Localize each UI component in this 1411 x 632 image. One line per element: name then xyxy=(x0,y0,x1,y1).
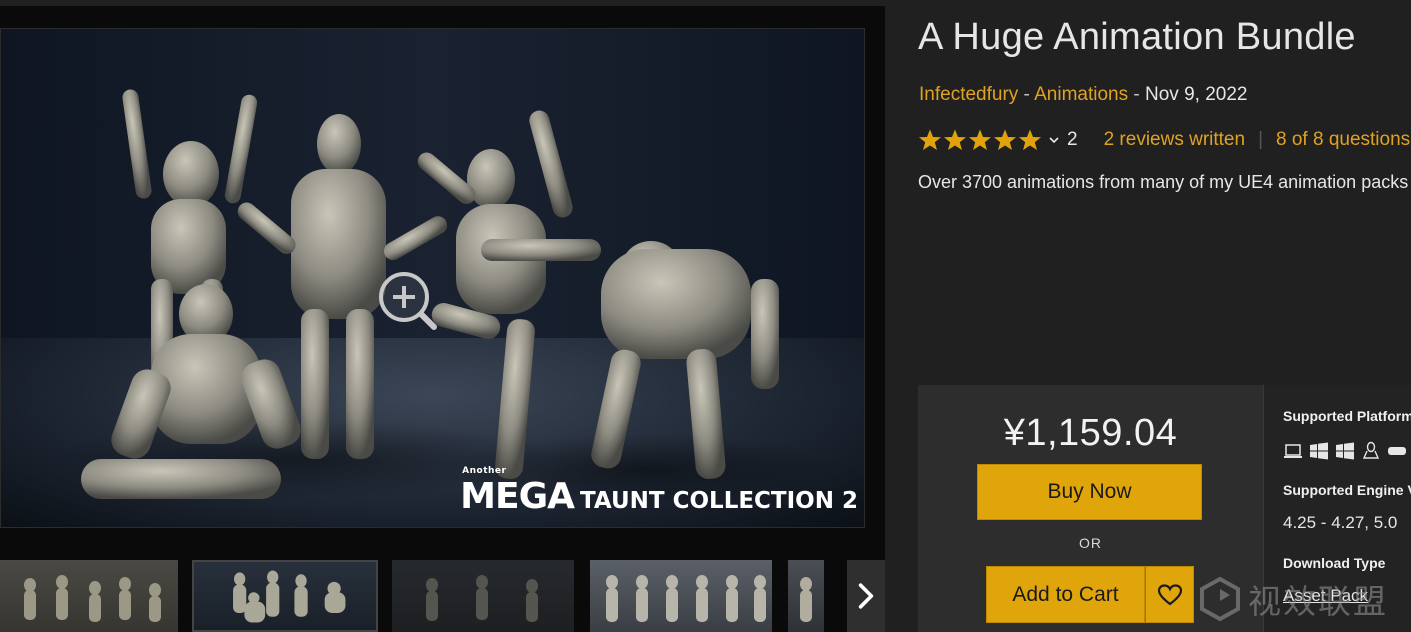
star-icon xyxy=(944,129,966,150)
questions-link[interactable]: 8 of 8 questions xyxy=(1276,129,1410,151)
product-title: A Huge Animation Bundle xyxy=(918,16,1356,58)
seller-link[interactable]: Infectedfury xyxy=(919,84,1018,105)
platform-icons xyxy=(1283,441,1407,461)
thumbnail-3[interactable] xyxy=(392,560,574,632)
rating-count: 2 xyxy=(1067,129,1078,150)
platforms-label: Supported Platforms xyxy=(1283,408,1411,424)
add-to-cart-button[interactable]: Add to Cart xyxy=(986,566,1145,623)
chevron-right-icon xyxy=(858,583,874,609)
star-icon xyxy=(969,129,991,150)
vr-icon xyxy=(1388,447,1406,455)
rating-bar: 2 2 reviews written | 8 of 8 questions xyxy=(918,127,1410,153)
release-date: Nov 9, 2022 xyxy=(1145,84,1248,105)
divider: | xyxy=(1258,129,1264,150)
star-icon xyxy=(919,129,941,150)
watermark: 视效联盟 xyxy=(1198,566,1411,632)
reviews-link[interactable]: 2 reviews written xyxy=(1104,129,1246,151)
caption-small: Another xyxy=(462,466,507,476)
category-link[interactable]: Animations xyxy=(1034,84,1128,105)
watermark-logo-icon xyxy=(1200,577,1240,621)
or-separator: OR xyxy=(1079,535,1102,551)
media-gallery: Another MEGA TAUNT COLLECTION 2 xyxy=(0,6,885,632)
chevron-down-icon[interactable] xyxy=(1048,134,1060,146)
thumbnail-1[interactable] xyxy=(0,560,178,632)
wishlist-button[interactable] xyxy=(1145,566,1194,623)
hero-caption: Another MEGA TAUNT COLLECTION 2 xyxy=(460,466,858,517)
linux-icon xyxy=(1362,441,1380,459)
buy-now-button[interactable]: Buy Now xyxy=(977,464,1202,520)
zoom-in-icon[interactable] xyxy=(376,269,438,331)
price: ¥1,159.04 xyxy=(1003,412,1178,454)
product-meta: Infectedfury - Animations - Nov 9, 2022 xyxy=(919,84,1248,105)
thumbnail-strip xyxy=(0,560,885,632)
caption-big: MEGA xyxy=(460,476,575,517)
windows-icon xyxy=(1336,442,1354,460)
heart-icon xyxy=(1157,583,1182,605)
engine-value: 4.25 - 4.27, 5.0 xyxy=(1283,513,1398,532)
star-rating[interactable] xyxy=(918,128,1042,152)
watermark-text: 视效联盟 xyxy=(1248,582,1388,621)
thumbnail-4[interactable] xyxy=(590,560,772,632)
product-page: Another MEGA TAUNT COLLECTION 2 A Huge A… xyxy=(0,0,1411,632)
product-description: Over 3700 animations from many of my UE4… xyxy=(918,172,1409,192)
star-icon xyxy=(994,129,1016,150)
star-icon xyxy=(1019,129,1041,150)
laptop-icon xyxy=(1284,444,1302,458)
windows-icon xyxy=(1310,442,1328,460)
thumbnail-5[interactable] xyxy=(788,560,824,632)
engine-label: Supported Engine Versions xyxy=(1283,482,1411,498)
thumbnail-2-selected[interactable] xyxy=(192,560,378,632)
caption-rest: TAUNT COLLECTION 2 xyxy=(579,488,858,514)
hero-image[interactable]: Another MEGA TAUNT COLLECTION 2 xyxy=(0,28,865,528)
gallery-next-button[interactable] xyxy=(847,560,885,632)
